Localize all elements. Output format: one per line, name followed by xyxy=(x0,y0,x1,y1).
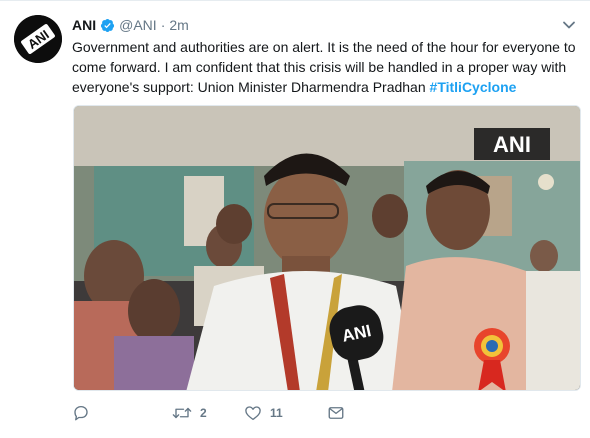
tweet-actions: 2 11 xyxy=(72,403,393,423)
retweet-icon xyxy=(172,404,192,422)
verified-badge-icon xyxy=(100,18,115,33)
author-name[interactable]: ANI xyxy=(72,17,96,33)
retweet-button[interactable]: 2 xyxy=(172,404,210,422)
tweet-media-photo[interactable]: ANI ANI xyxy=(73,105,581,391)
chevron-down-icon[interactable] xyxy=(562,18,576,32)
media-watermark: ANI xyxy=(493,132,531,157)
reply-button[interactable] xyxy=(72,404,108,422)
author-handle[interactable]: @ANI xyxy=(119,17,157,33)
tweet-header: ANI @ANI · 2m xyxy=(72,15,189,35)
hashtag-link[interactable]: #TitliCyclone xyxy=(430,79,517,95)
like-button[interactable]: 11 xyxy=(244,404,283,422)
direct-message-button[interactable] xyxy=(327,404,345,422)
tweet-text: Government and authorities are on alert.… xyxy=(72,37,582,97)
retweet-count: 2 xyxy=(200,406,207,420)
reply-icon xyxy=(72,404,90,422)
avatar[interactable]: ANI xyxy=(14,15,62,63)
timestamp[interactable]: 2m xyxy=(169,17,188,33)
tweet-card[interactable]: ANI ANI @ANI · 2m Government and authori… xyxy=(0,0,590,438)
like-icon xyxy=(244,404,262,422)
separator-dot: · xyxy=(160,17,166,33)
direct-message-icon xyxy=(327,404,345,422)
like-count: 11 xyxy=(270,406,283,420)
